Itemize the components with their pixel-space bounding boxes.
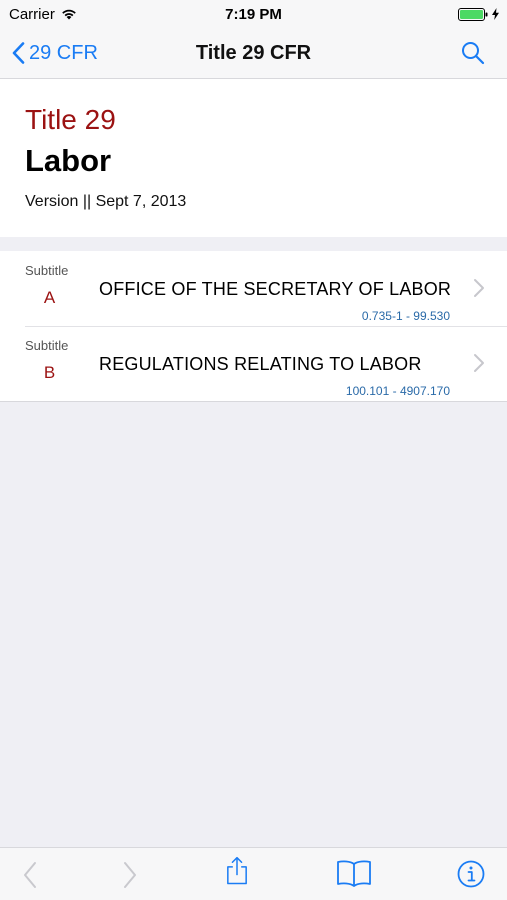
subtitle-name: OFFICE OF THE SECRETARY OF LABOR [99, 279, 452, 299]
subtitle-letter: A [43, 288, 56, 307]
subtitle-list: Subtitle A OFFICE OF THE SECRETARY OF LA… [0, 251, 507, 402]
subtitle-name: REGULATIONS RELATING TO LABOR [99, 354, 422, 374]
search-icon[interactable] [459, 39, 487, 67]
bottom-toolbar [0, 847, 507, 900]
subtitle-range: 0.735-1 - 99.530 [361, 309, 450, 323]
carrier-label: Carrier [9, 5, 55, 23]
forward-arrow-icon[interactable] [121, 860, 139, 890]
wifi-icon [62, 9, 76, 20]
battery-icon [458, 7, 488, 21]
title-header: Title 29 Labor Version || Sept 7, 2013 [0, 79, 507, 237]
info-icon[interactable] [456, 859, 486, 889]
page-title: Title 29 CFR [195, 42, 312, 64]
back-arrow-icon[interactable] [21, 860, 39, 890]
title-number: Title 29 [25, 104, 116, 135]
chevron-right-icon [474, 279, 484, 297]
subtitle-label: Subtitle [25, 338, 69, 353]
status-right [458, 7, 507, 21]
subtitle-label: Subtitle [25, 263, 69, 278]
share-icon[interactable] [222, 856, 252, 886]
status-bar: Carrier 7:19 PM [0, 0, 507, 28]
subtitle-letter: B [43, 363, 56, 382]
subtitle-range: 100.101 - 4907.170 [345, 384, 450, 398]
title-name: Labor [25, 143, 112, 178]
book-icon[interactable] [336, 858, 372, 888]
charging-bolt-icon [492, 8, 499, 20]
list-item-subtitle-a[interactable]: Subtitle A OFFICE OF THE SECRETARY OF LA… [0, 251, 507, 326]
status-left: Carrier [0, 6, 77, 23]
navigation-bar: 29 CFR Title 29 CFR [0, 28, 507, 79]
chevron-right-icon [474, 354, 484, 372]
version-text: Version || Sept 7, 2013 [25, 193, 187, 210]
list-item-subtitle-b[interactable]: Subtitle B REGULATIONS RELATING TO LABOR… [0, 326, 507, 401]
